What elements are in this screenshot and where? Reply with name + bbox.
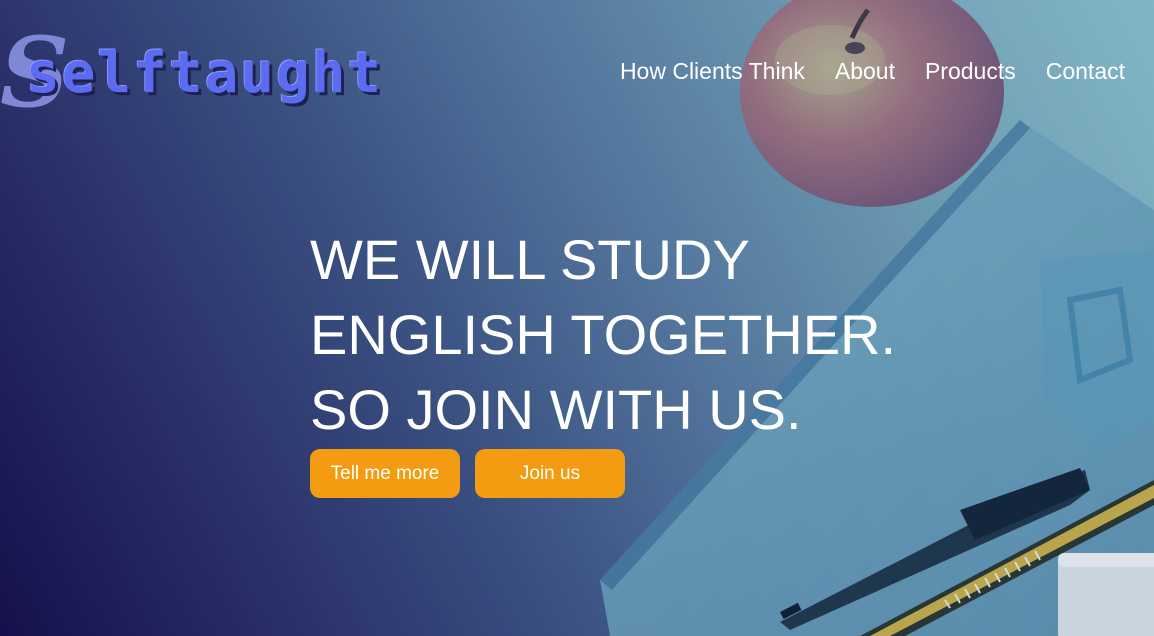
headline-line-1: WE WILL STUDY (310, 228, 750, 291)
nav-link-about[interactable]: About (835, 58, 895, 84)
hero-headline: WE WILL STUDY ENGLISH TOGETHER. SO JOIN … (310, 222, 896, 447)
logo-wordmark: selftaught (26, 41, 384, 106)
tell-me-more-button[interactable]: Tell me more (310, 449, 460, 498)
brand-logo[interactable]: S selftaught (0, 25, 384, 121)
nav-link-how-clients-think[interactable]: How Clients Think (620, 58, 805, 84)
headline-line-2: ENGLISH TOGETHER. (310, 303, 897, 366)
nav-link-contact[interactable]: Contact (1046, 58, 1125, 84)
main-nav: How Clients Think About Products Contact (620, 58, 1125, 84)
hero-section: S selftaught How Clients Think About Pro… (0, 0, 1154, 636)
headline-line-3: SO JOIN WITH US. (310, 378, 802, 441)
join-us-button[interactable]: Join us (475, 449, 625, 498)
nav-link-products[interactable]: Products (925, 58, 1016, 84)
